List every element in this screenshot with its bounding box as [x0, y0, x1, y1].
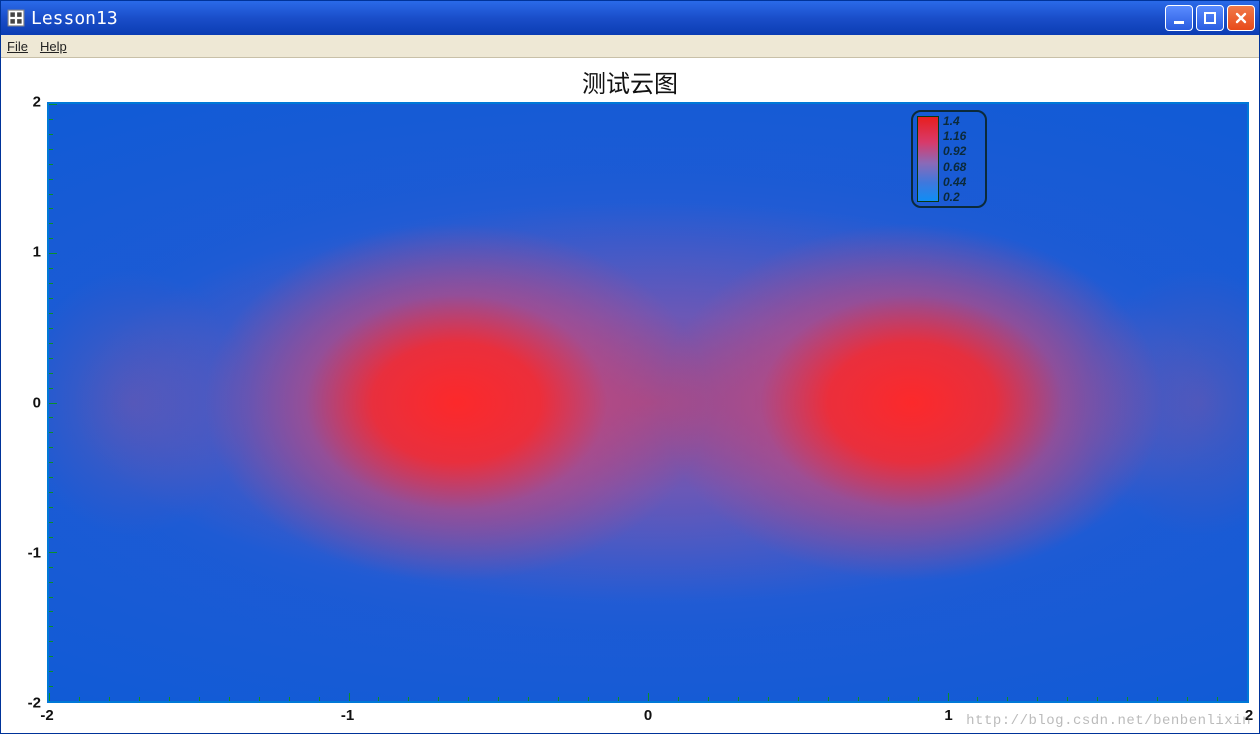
y-tick-label: 2 [33, 94, 41, 111]
close-icon [1234, 11, 1248, 25]
close-button[interactable] [1227, 5, 1255, 31]
y-axis-labels: 2 1 0 -1 -2 [7, 102, 43, 703]
chart-title: 测试云图 [1, 64, 1259, 99]
colorbar-legend: 1.4 1.16 0.92 0.68 0.44 0.2 [911, 110, 987, 208]
maximize-button[interactable] [1196, 5, 1224, 31]
app-window: Lesson13 File Help 测试云图 [0, 0, 1260, 734]
colorbar-label: 0.92 [943, 144, 966, 158]
minimize-button[interactable] [1165, 5, 1193, 31]
x-tick-label: -2 [40, 707, 53, 724]
window-controls [1165, 5, 1255, 31]
window-title: Lesson13 [31, 8, 118, 29]
plot: 1.4 1.16 0.92 0.68 0.44 0.2 [47, 102, 1249, 703]
colorbar-label: 0.44 [943, 175, 966, 189]
heatmap-field [49, 104, 1247, 701]
app-icon [7, 9, 25, 27]
x-tick-label: 0 [644, 707, 652, 724]
menu-file[interactable]: File [7, 39, 28, 54]
titlebar[interactable]: Lesson13 [1, 1, 1259, 35]
x-tick-label: 1 [944, 707, 952, 724]
minimize-icon [1172, 11, 1186, 25]
y-tick-label: -1 [28, 544, 41, 561]
colorbar-label: 0.68 [943, 160, 966, 174]
colorbar-label: 0.2 [943, 190, 960, 204]
watermark-text: http://blog.csdn.net/benbenlixin [966, 713, 1251, 729]
colorbar-label: 1.16 [943, 129, 966, 143]
colorbar-gradient [917, 116, 939, 202]
y-tick-label: 0 [33, 394, 41, 411]
y-tick-label: 1 [33, 244, 41, 261]
heatmap-area: 1.4 1.16 0.92 0.68 0.44 0.2 [47, 102, 1249, 703]
y-tick-label: -2 [28, 695, 41, 712]
menubar: File Help [1, 35, 1259, 58]
maximize-icon [1203, 11, 1217, 25]
menu-help[interactable]: Help [40, 39, 67, 54]
x-tick-label: -1 [341, 707, 354, 724]
client-area: 测试云图 1.4 1.16 0.92 0.68 0.44 0.2 [1, 58, 1259, 733]
colorbar-labels: 1.4 1.16 0.92 0.68 0.44 0.2 [939, 116, 981, 202]
colorbar-label: 1.4 [943, 114, 960, 128]
